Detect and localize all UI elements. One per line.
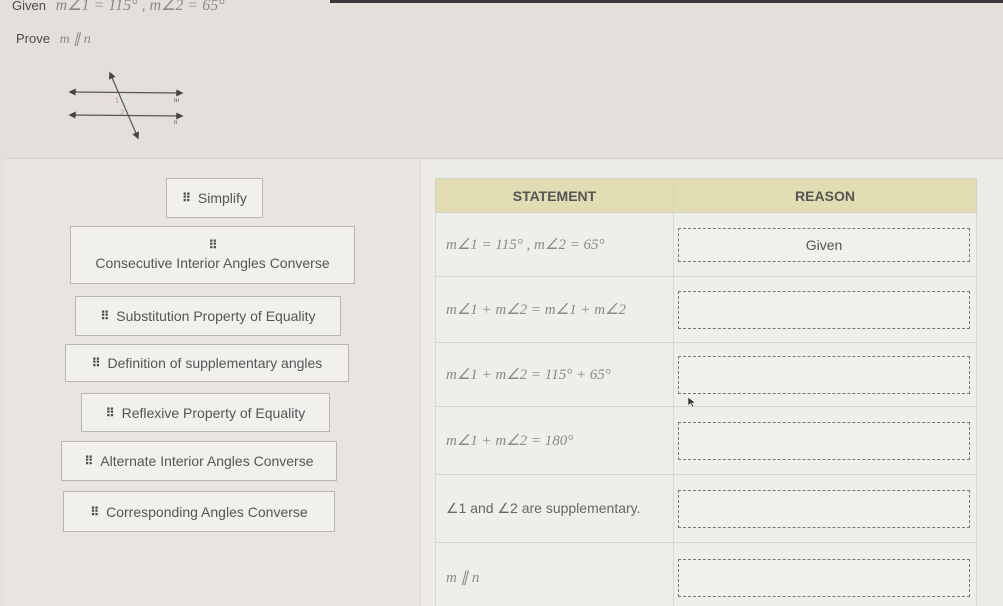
line-m	[68, 88, 184, 97]
reason-cell	[673, 276, 977, 343]
drag-handle-icon: ⠿	[105, 405, 115, 420]
proof-table: STATEMENT REASON m∠1 = 115° , m∠2 = 65° …	[435, 178, 977, 606]
drag-handle-icon: ⠿	[182, 191, 191, 205]
reason-cell: Given	[673, 212, 977, 277]
tile-consecutive-interior-angles-converse[interactable]: ⠿ Consecutive Interior Angles Converse	[70, 226, 355, 284]
statement-cell: ∠1 and ∠2 are supplementary.	[435, 474, 674, 543]
line-label-n: n	[174, 118, 178, 126]
tile-label: Reflexive Property of Equality	[121, 404, 306, 421]
reason-cell	[673, 342, 977, 407]
statement-text: m∠1 + m∠2 = m∠1 + m∠2	[446, 302, 626, 318]
reason-cell	[673, 474, 977, 543]
given-label: Given	[12, 0, 46, 12]
tile-label: Substitution Property of Equality	[116, 308, 316, 324]
statement-text: m∠1 + m∠2 = 180°	[446, 433, 574, 449]
drag-handle-icon: ⠿	[100, 309, 109, 323]
statement-cell: m ∥ n	[435, 542, 674, 606]
statement-cell: m∠1 + m∠2 = 115° + 65°	[435, 342, 674, 407]
reason-cell	[673, 542, 977, 606]
mouse-cursor-icon	[687, 396, 697, 408]
screen-bezel	[330, 0, 1003, 3]
given-statement: Given m∠1 = 115° , m∠2 = 65°	[12, 0, 225, 12]
proof-row: ∠1 and ∠2 are supplementary.	[435, 474, 977, 543]
proof-header-row: STATEMENT REASON	[435, 178, 977, 213]
given-math: m∠1 = 115° , m∠2 = 65°	[55, 0, 225, 12]
tile-label: Simplify	[197, 190, 247, 206]
tile-alternate-interior-angles-converse[interactable]: ⠿ Alternate Interior Angles Converse	[61, 441, 337, 481]
proof-row: m∠1 + m∠2 = m∠1 + m∠2	[435, 276, 977, 343]
reason-dropzone[interactable]: Given	[678, 227, 970, 262]
drag-handle-icon: ⠿	[84, 454, 93, 468]
tile-label: Consecutive Interior Angles Converse	[95, 255, 330, 271]
line-n	[68, 111, 184, 120]
tile-label: Alternate Interior Angles Converse	[100, 453, 314, 469]
reason-dropzone[interactable]	[678, 421, 970, 460]
statement-text: m ∥ n	[446, 570, 480, 586]
tile-label: Corresponding Angles Converse	[106, 503, 308, 520]
prove-label: Prove	[16, 31, 50, 46]
reason-dropzone[interactable]	[678, 290, 970, 329]
tile-label: Definition of supplementary angles	[107, 355, 323, 371]
drag-handle-icon: ⠿	[90, 504, 99, 519]
parallel-lines-diagram: 1 2 m n	[68, 71, 184, 140]
drag-handle-icon: ⠿	[208, 238, 218, 252]
statement-text: m∠1 + m∠2 = 115° + 65°	[446, 367, 611, 383]
statement-cell: m∠1 + m∠2 = 180°	[435, 406, 674, 475]
statement-cell: m∠1 + m∠2 = m∠1 + m∠2	[435, 276, 674, 343]
reason-dropzone[interactable]	[678, 355, 970, 394]
proof-row: m∠1 + m∠2 = 115° + 65°	[435, 342, 977, 407]
tile-corresponding-angles-converse[interactable]: ⠿ Corresponding Angles Converse	[63, 491, 335, 532]
line-label-m: m	[174, 96, 179, 104]
tile-definition-of-supplementary-angles[interactable]: ⠿ Definition of supplementary angles	[65, 344, 349, 382]
tile-reflexive-property-of-equality[interactable]: ⠿ Reflexive Property of Equality	[81, 393, 330, 432]
statement-header: STATEMENT	[435, 178, 674, 213]
prove-math: m ∥ n	[59, 32, 91, 47]
proof-row: m ∥ n	[435, 542, 977, 606]
statement-text: m∠1 = 115° , m∠2 = 65°	[446, 237, 605, 253]
drag-handle-icon: ⠿	[91, 356, 101, 370]
statement-cell: m∠1 = 115° , m∠2 = 65°	[435, 212, 674, 277]
tile-substitution-property-of-equality[interactable]: ⠿ Substitution Property of Equality	[75, 296, 341, 336]
angle-label-1: 1	[115, 96, 119, 105]
angle-label-2: 2	[120, 108, 124, 117]
transversal	[108, 71, 140, 140]
reason-dropzone[interactable]	[678, 489, 970, 528]
reason-dropzone[interactable]	[678, 558, 970, 597]
proof-row: m∠1 = 115° , m∠2 = 65° Given	[435, 212, 977, 277]
statement-text: ∠1 and ∠2 are supplementary.	[446, 500, 641, 516]
reason-cell	[673, 406, 977, 475]
reason-header: REASON	[673, 178, 977, 213]
tile-simplify[interactable]: ⠿ Simplify	[166, 178, 263, 218]
proof-row: m∠1 + m∠2 = 180°	[435, 406, 977, 475]
prove-statement: Prove m ∥ n	[16, 31, 91, 48]
